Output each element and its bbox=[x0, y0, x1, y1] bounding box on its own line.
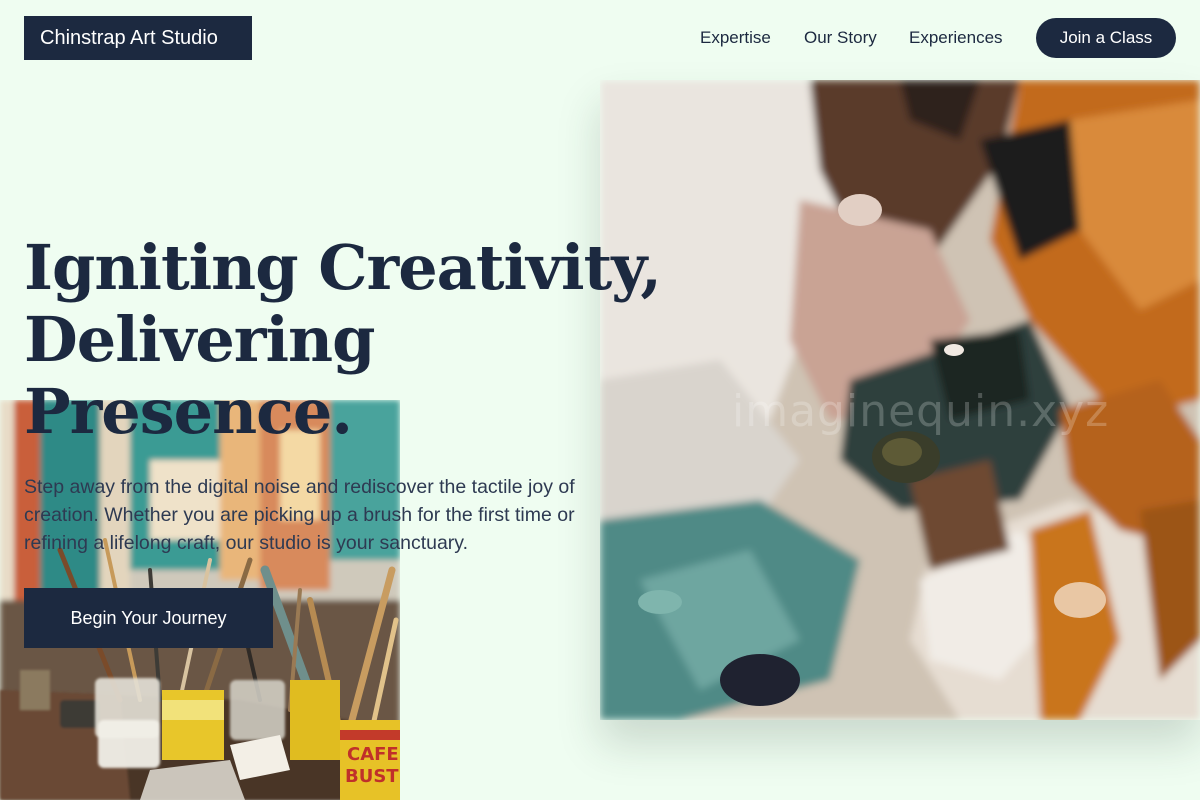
join-class-button[interactable]: Join a Class bbox=[1036, 18, 1176, 58]
hero-subtitle-line-1: Step away from the digital noise and red… bbox=[24, 476, 575, 498]
nav-link-expertise[interactable]: Expertise bbox=[700, 26, 771, 50]
hero-title-line-1: Igniting Creativity, bbox=[24, 231, 662, 304]
hero-subtitle-line-3: refining a lifelong craft, our studio is… bbox=[24, 532, 469, 554]
begin-journey-button[interactable]: Begin Your Journey bbox=[24, 588, 273, 648]
image-watermark: imaginequin.xyz bbox=[732, 386, 1110, 437]
nav-link-experiences[interactable]: Experiences bbox=[909, 26, 1003, 50]
nav-link-our-story[interactable]: Our Story bbox=[804, 26, 877, 50]
hero-subtitle: Step away from the digital noise and red… bbox=[24, 473, 624, 557]
landing-page: Chinstrap Art Studio Expertise Our Story… bbox=[0, 0, 1200, 800]
hero-title: Igniting Creativity, Delivering Presence… bbox=[24, 232, 724, 448]
hero-title-line-3: Presence. bbox=[24, 375, 353, 448]
can-brand-text-1: CAFE bbox=[347, 744, 399, 765]
hero-subtitle-line-2: creation. Whether you are picking up a b… bbox=[24, 504, 575, 526]
hero-title-line-2: Delivering bbox=[24, 303, 375, 376]
studio-logo[interactable]: Chinstrap Art Studio bbox=[24, 16, 252, 60]
can-brand-text-2: BUSTE bbox=[345, 766, 400, 787]
